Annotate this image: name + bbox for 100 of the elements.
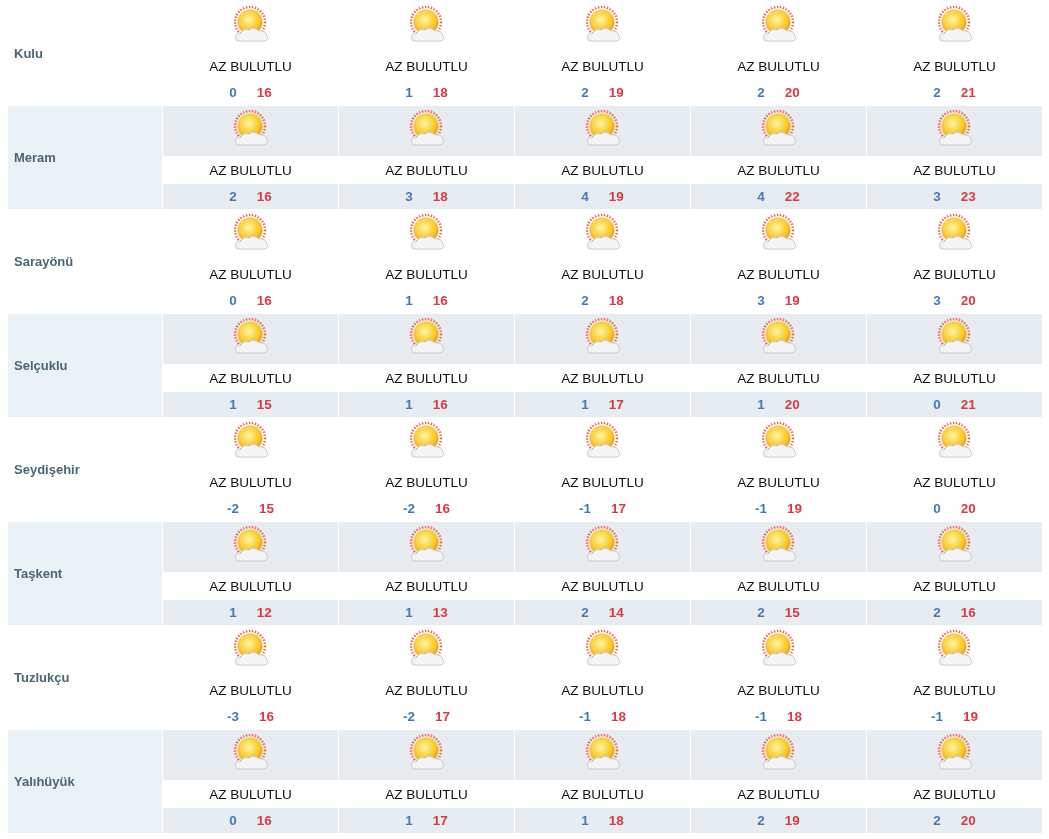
low-temperature: 2 <box>757 605 765 620</box>
weather-condition: AZ BULUTLU <box>385 786 468 802</box>
high-temperature: 19 <box>784 813 800 828</box>
weather-condition: AZ BULUTLU <box>737 682 820 698</box>
low-temperature: 1 <box>405 85 413 100</box>
low-temperature: 0 <box>229 813 237 828</box>
high-temperature: 14 <box>608 605 624 620</box>
low-temperature: 1 <box>405 605 413 620</box>
high-temperature: 16 <box>256 813 272 828</box>
weather-condition: AZ BULUTLU <box>561 682 644 698</box>
weather-condition: AZ BULUTLU <box>737 578 820 594</box>
district-name: Taşkent <box>14 566 63 581</box>
weather-condition: AZ BULUTLU <box>737 474 820 490</box>
low-temperature: 1 <box>581 397 589 412</box>
high-temperature: 19 <box>608 189 624 204</box>
high-temperature: 19 <box>787 501 802 516</box>
weather-condition: AZ BULUTLU <box>209 682 292 698</box>
weather-condition: AZ BULUTLU <box>737 370 820 386</box>
weather-condition: AZ BULUTLU <box>209 266 292 282</box>
district-name: Selçuklu <box>14 358 68 373</box>
high-temperature: 16 <box>432 397 448 412</box>
weather-condition: AZ BULUTLU <box>561 266 644 282</box>
weather-condition: AZ BULUTLU <box>913 682 996 698</box>
low-temperature: 2 <box>229 189 237 204</box>
low-temperature: 2 <box>581 85 589 100</box>
low-temperature: 1 <box>581 813 589 828</box>
high-temperature: 18 <box>608 813 624 828</box>
weather-condition: AZ BULUTLU <box>209 162 292 178</box>
low-temperature: 2 <box>933 605 941 620</box>
weather-condition: AZ BULUTLU <box>913 266 996 282</box>
weather-condition: AZ BULUTLU <box>385 162 468 178</box>
district-name: Meram <box>14 150 56 165</box>
low-temperature: 1 <box>405 813 413 828</box>
weather-condition: AZ BULUTLU <box>385 578 468 594</box>
high-temperature: 15 <box>784 605 800 620</box>
weather-condition: AZ BULUTLU <box>385 370 468 386</box>
high-temperature: 18 <box>608 293 624 308</box>
high-temperature: 20 <box>784 397 800 412</box>
weather-condition: AZ BULUTLU <box>385 266 468 282</box>
low-temperature: 1 <box>405 397 413 412</box>
high-temperature: 12 <box>256 605 272 620</box>
low-temperature: 0 <box>229 293 237 308</box>
high-temperature: 19 <box>784 293 800 308</box>
low-temperature: -1 <box>578 709 591 724</box>
weather-condition: AZ BULUTLU <box>737 58 820 74</box>
weather-condition: AZ BULUTLU <box>913 370 996 386</box>
weather-condition: AZ BULUTLU <box>385 474 468 490</box>
high-temperature: 16 <box>256 293 272 308</box>
low-temperature: 2 <box>933 85 941 100</box>
low-temperature: 1 <box>229 397 237 412</box>
low-temperature: -2 <box>402 709 415 724</box>
weather-condition: AZ BULUTLU <box>385 682 468 698</box>
district-name: Tuzlukçu <box>14 670 70 685</box>
high-temperature: 20 <box>960 501 976 516</box>
low-temperature: -3 <box>226 709 239 724</box>
weather-condition: AZ BULUTLU <box>737 266 820 282</box>
low-temperature: 0 <box>229 85 237 100</box>
low-temperature: -2 <box>402 501 415 516</box>
high-temperature: 16 <box>432 293 448 308</box>
weather-condition: AZ BULUTLU <box>209 370 292 386</box>
high-temperature: 20 <box>960 813 976 828</box>
high-temperature: 22 <box>784 189 800 204</box>
low-temperature: 4 <box>581 189 589 204</box>
low-temperature: 4 <box>757 189 765 204</box>
low-temperature: 3 <box>933 293 941 308</box>
low-temperature: 3 <box>757 293 765 308</box>
low-temperature: -1 <box>754 501 767 516</box>
high-temperature: 16 <box>960 605 976 620</box>
weather-condition: AZ BULUTLU <box>209 474 292 490</box>
high-temperature: 16 <box>256 189 272 204</box>
low-temperature: -2 <box>226 501 239 516</box>
weather-condition: AZ BULUTLU <box>561 162 644 178</box>
low-temperature: 2 <box>757 813 765 828</box>
weather-condition: AZ BULUTLU <box>561 578 644 594</box>
low-temperature: 2 <box>581 605 589 620</box>
high-temperature: 23 <box>960 189 976 204</box>
high-temperature: 17 <box>435 709 450 724</box>
weather-condition: AZ BULUTLU <box>913 578 996 594</box>
weather-condition: AZ BULUTLU <box>737 162 820 178</box>
weather-condition: AZ BULUTLU <box>737 786 820 802</box>
high-temperature: 17 <box>432 813 448 828</box>
high-temperature: 15 <box>256 397 272 412</box>
low-temperature: 2 <box>757 85 765 100</box>
high-temperature: 16 <box>256 85 272 100</box>
low-temperature: 1 <box>405 293 413 308</box>
low-temperature: 2 <box>581 293 589 308</box>
high-temperature: 17 <box>608 397 624 412</box>
high-temperature: 21 <box>960 85 976 100</box>
district-name: Kulu <box>14 46 43 61</box>
high-temperature: 18 <box>432 85 448 100</box>
weather-condition: AZ BULUTLU <box>209 786 292 802</box>
weather-condition: AZ BULUTLU <box>385 58 468 74</box>
low-temperature: -1 <box>930 709 943 724</box>
low-temperature: 0 <box>933 501 941 516</box>
district-name: Seydişehir <box>14 462 80 477</box>
district-name: Sarayönü <box>14 254 74 269</box>
low-temperature: 0 <box>933 397 941 412</box>
high-temperature: 19 <box>608 85 624 100</box>
weather-condition: AZ BULUTLU <box>913 58 996 74</box>
low-temperature: 3 <box>405 189 413 204</box>
